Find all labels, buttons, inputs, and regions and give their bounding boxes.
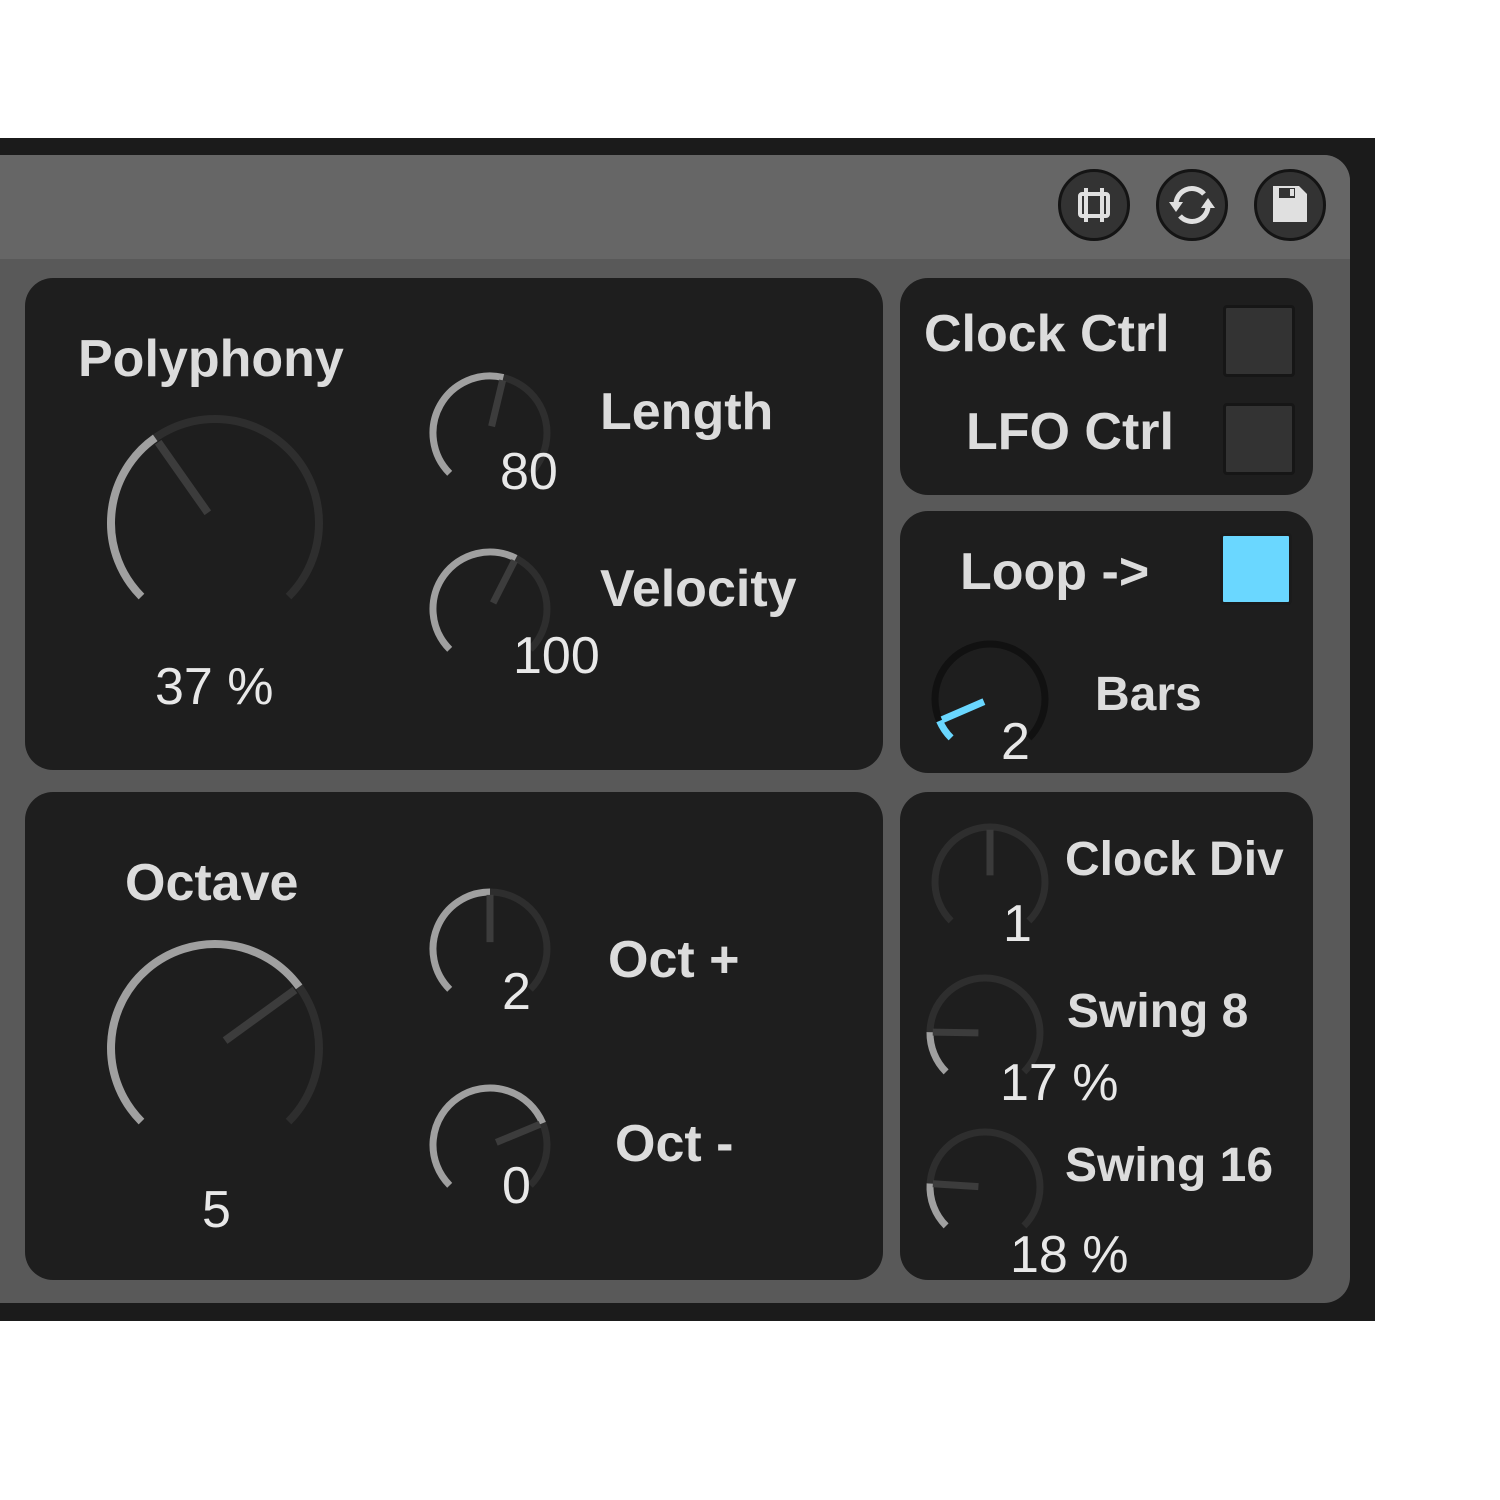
oct-plus-value: 2 bbox=[502, 963, 531, 1021]
length-value: 80 bbox=[500, 443, 558, 501]
clock-div-knob[interactable] bbox=[925, 817, 1055, 947]
knob-arc bbox=[429, 548, 518, 652]
knob-needle bbox=[154, 439, 212, 516]
clock-div-value: 1 bbox=[1003, 895, 1032, 953]
oct-minus-value: 0 bbox=[502, 1157, 531, 1215]
oct-plus-label: Oct + bbox=[608, 931, 740, 989]
bars-value: 2 bbox=[1001, 713, 1030, 771]
length-label: Length bbox=[600, 383, 774, 441]
save-button[interactable] bbox=[1254, 169, 1326, 241]
swing16-value: 18 % bbox=[1010, 1226, 1129, 1284]
clock-div-label: Clock Div bbox=[1065, 833, 1284, 886]
oct-minus-knob[interactable] bbox=[425, 1080, 555, 1210]
knob-arc bbox=[926, 1032, 949, 1075]
resize-button[interactable] bbox=[1058, 169, 1130, 241]
save-icon bbox=[1273, 186, 1307, 222]
oct-minus-label: Oct - bbox=[615, 1115, 734, 1173]
octave-label: Octave bbox=[125, 854, 299, 912]
knob-arc bbox=[936, 719, 954, 741]
oct-plus-knob[interactable] bbox=[425, 884, 555, 1014]
knob-track bbox=[926, 1128, 1044, 1229]
panel-loop: Loop -> 2 Bars bbox=[900, 511, 1313, 773]
clock-ctrl-label: Clock Ctrl bbox=[924, 305, 1170, 363]
octave-value: 5 bbox=[202, 1181, 231, 1239]
lfo-ctrl-label: LFO Ctrl bbox=[966, 403, 1174, 461]
loop-label: Loop -> bbox=[960, 543, 1150, 601]
panel-ctrl: Clock Ctrl LFO Ctrl bbox=[900, 278, 1313, 495]
knob-needle bbox=[489, 559, 518, 605]
lfo-ctrl-toggle[interactable] bbox=[1223, 403, 1295, 475]
knob-arc bbox=[926, 1183, 949, 1229]
panel-clock: Clock Div 1 Swing 8 17 % Swing 16 18 % bbox=[900, 792, 1313, 1284]
swing8-value: 17 % bbox=[1000, 1054, 1119, 1112]
bars-label: Bars bbox=[1095, 668, 1202, 721]
knob-needle bbox=[488, 379, 507, 428]
knob-arc bbox=[107, 434, 158, 600]
refresh-icon bbox=[1169, 186, 1215, 224]
panel-octave: Octave 5 2 Oct + 0 Oct - bbox=[25, 792, 883, 1280]
knob-needle bbox=[494, 1121, 542, 1146]
velocity-value: 100 bbox=[513, 627, 600, 685]
knob-needle bbox=[940, 698, 986, 723]
swing8-label: Swing 8 bbox=[1067, 985, 1249, 1038]
panel-voice: Polyphony 37 % 80 Length 100 Velocity bbox=[25, 278, 883, 770]
knob-needle bbox=[932, 1028, 979, 1037]
clock-ctrl-toggle[interactable] bbox=[1223, 305, 1295, 377]
device-titlebar bbox=[0, 155, 1350, 259]
loop-toggle[interactable] bbox=[1220, 533, 1292, 605]
polyphony-label: Polyphony bbox=[78, 330, 344, 388]
polyphony-knob[interactable] bbox=[105, 413, 325, 633]
knob-needle bbox=[222, 986, 298, 1044]
bars-knob[interactable] bbox=[925, 634, 1055, 764]
knob-arc bbox=[107, 940, 303, 1125]
refresh-button[interactable] bbox=[1156, 169, 1228, 241]
octave-knob[interactable] bbox=[105, 938, 325, 1158]
velocity-label: Velocity bbox=[600, 560, 797, 618]
resize-icon bbox=[1078, 188, 1110, 222]
swing16-label: Swing 16 bbox=[1065, 1139, 1274, 1192]
knob-needle bbox=[932, 1180, 979, 1191]
polyphony-value: 37 % bbox=[155, 658, 274, 716]
knob-arc bbox=[429, 888, 491, 992]
